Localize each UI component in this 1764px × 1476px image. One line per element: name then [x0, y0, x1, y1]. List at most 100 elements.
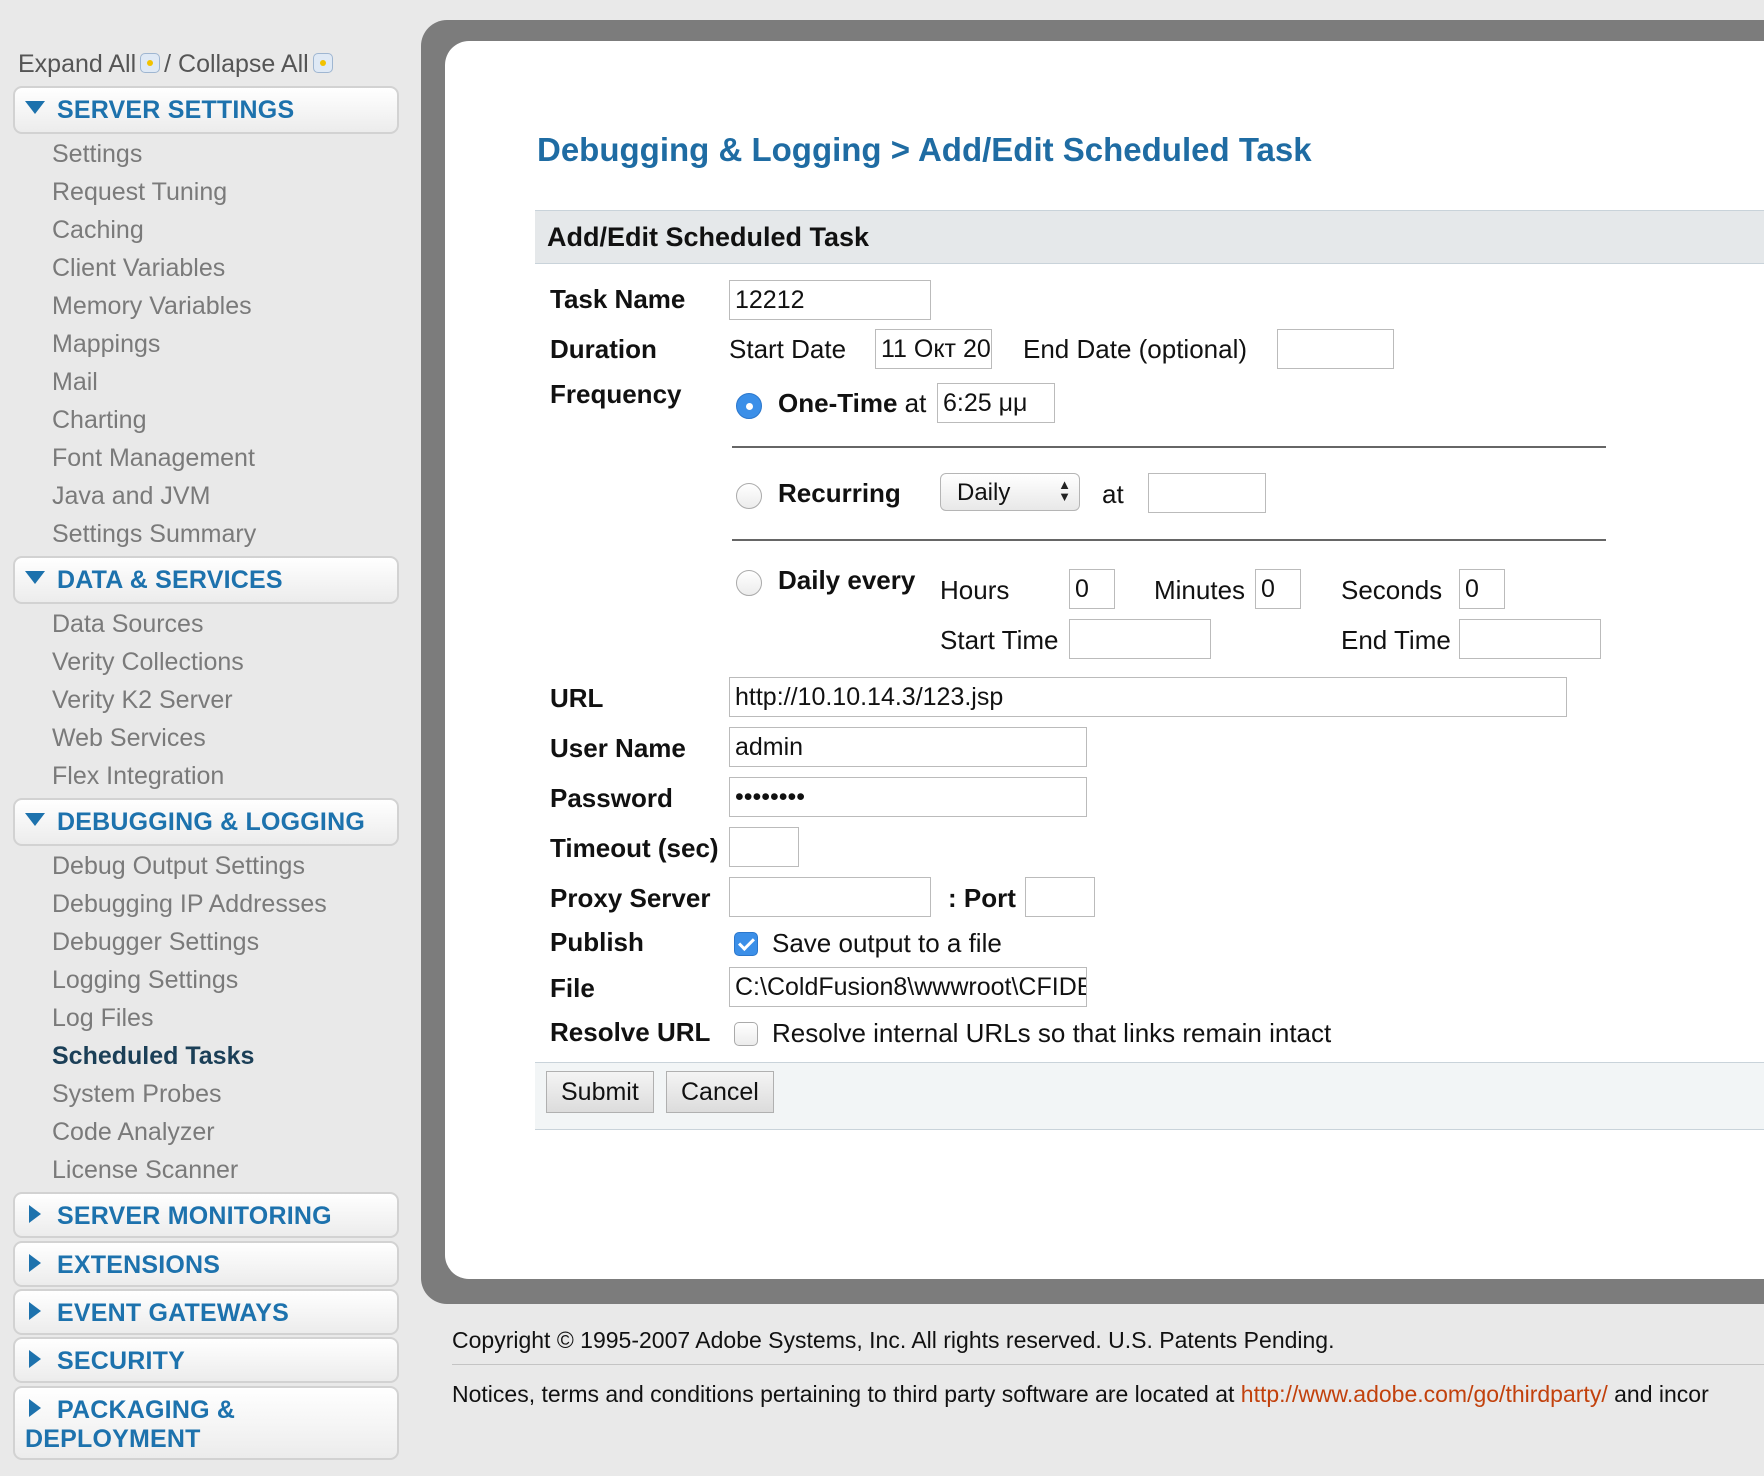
triangle-down-icon [25, 813, 45, 826]
proxy-server-input[interactable] [729, 877, 931, 917]
sidebar-item-code-analyzer[interactable]: Code Analyzer [52, 1118, 215, 1147]
footer-notice: Notices, terms and conditions pertaining… [452, 1381, 1709, 1408]
triangle-right-icon [29, 1205, 41, 1223]
save-output-checkbox[interactable] [734, 932, 758, 956]
sidebar-item-verity-collections[interactable]: Verity Collections [52, 648, 244, 677]
resolve-url-checkbox[interactable] [734, 1022, 758, 1046]
collapse-all-link[interactable]: Collapse All [178, 50, 309, 78]
sidebar-item-mail[interactable]: Mail [52, 368, 98, 397]
one-time-radio[interactable] [736, 393, 762, 419]
sidebar-item-debugging-ip-addresses[interactable]: Debugging IP Addresses [52, 890, 327, 919]
user-name-input[interactable]: admin [729, 727, 1087, 767]
cancel-button[interactable]: Cancel [666, 1071, 774, 1113]
daily-every-label: Daily every [778, 565, 916, 595]
sidebar-item-web-services[interactable]: Web Services [52, 724, 206, 753]
sidebar-item-logging-settings[interactable]: Logging Settings [52, 966, 238, 995]
submit-button[interactable]: Submit [546, 1071, 654, 1113]
one-time-at-label: at [904, 388, 927, 418]
recurring-label: Recurring [778, 478, 901, 508]
frequency-label: Frequency [550, 379, 682, 409]
end-time-label: End Time [1341, 625, 1451, 655]
hours-label: Hours [940, 575, 1010, 605]
one-time-row: One-Time at [778, 388, 926, 419]
end-date-input[interactable] [1277, 329, 1394, 369]
daily-every-radio[interactable] [736, 570, 762, 596]
sidebar-item-memory-variables[interactable]: Memory Variables [52, 292, 252, 321]
sidebar-item-font-management[interactable]: Font Management [52, 444, 255, 473]
section-title: SECURITY [57, 1347, 186, 1375]
sidebar-item-mappings[interactable]: Mappings [52, 330, 160, 359]
sidebar-item-settings[interactable]: Settings [52, 140, 142, 169]
start-date-input[interactable]: 11 Окт 20 [875, 329, 992, 369]
section-debugging-logging[interactable]: DEBUGGING & LOGGING [13, 798, 399, 846]
resolve-url-text: Resolve internal URLs so that links rema… [772, 1018, 1332, 1048]
sidebar-item-scheduled-tasks[interactable]: Scheduled Tasks [52, 1042, 254, 1071]
seconds-label: Seconds [1341, 575, 1443, 605]
minutes-label: Minutes [1154, 575, 1246, 605]
port-label: : Port [948, 883, 1016, 913]
port-input[interactable] [1025, 877, 1095, 917]
file-input[interactable]: C:\ColdFusion8\wwwroot\CFIDE [729, 967, 1087, 1007]
recurring-select[interactable]: Daily ▲ ▼ [940, 473, 1080, 511]
hours-input[interactable]: 0 [1069, 569, 1115, 609]
sidebar-item-log-files[interactable]: Log Files [52, 1004, 153, 1033]
minutes-input[interactable]: 0 [1255, 569, 1301, 609]
file-label: File [550, 973, 595, 1003]
sidebar-item-settings-summary[interactable]: Settings Summary [52, 520, 256, 549]
section-title: DEBUGGING & LOGGING [57, 808, 365, 836]
sidebar-item-data-sources[interactable]: Data Sources [52, 610, 203, 639]
section-data-services[interactable]: DATA & SERVICES [13, 556, 399, 604]
triangle-right-icon [29, 1399, 41, 1417]
timeout-input[interactable] [729, 827, 799, 867]
url-label: URL [550, 683, 604, 713]
end-date-label: End Date (optional) [1023, 334, 1248, 364]
task-name-label: Task Name [550, 284, 686, 314]
expand-collapse-row: Expand All / Collapse All [18, 50, 337, 79]
section-security[interactable]: SECURITY [13, 1337, 399, 1383]
notice-prefix: Notices, terms and conditions pertaining… [452, 1381, 1241, 1407]
sidebar-item-license-scanner[interactable]: License Scanner [52, 1156, 238, 1185]
url-input[interactable]: http://10.10.14.3/123.jsp [729, 677, 1567, 717]
seconds-input[interactable]: 0 [1459, 569, 1505, 609]
sidebar-item-client-variables[interactable]: Client Variables [52, 254, 225, 283]
section-server-settings[interactable]: SERVER SETTINGS [13, 86, 399, 134]
sidebar-item-system-probes[interactable]: System Probes [52, 1080, 222, 1109]
section-extensions[interactable]: EXTENSIONS [13, 1241, 399, 1287]
sidebar-item-verity-k2-server[interactable]: Verity K2 Server [52, 686, 233, 715]
sidebar-item-debug-output-settings[interactable]: Debug Output Settings [52, 852, 305, 881]
one-time-time-input[interactable]: 6:25 μμ [937, 383, 1055, 423]
start-time-input[interactable] [1069, 619, 1211, 659]
save-output-label: Save output to a file [772, 928, 1002, 958]
thirdparty-link[interactable]: http://www.adobe.com/go/thirdparty/ [1241, 1381, 1608, 1407]
recurring-radio[interactable] [736, 483, 762, 509]
collapse-icon[interactable] [312, 53, 333, 73]
section-title: DATA & SERVICES [57, 566, 283, 594]
proxy-server-label: Proxy Server [550, 883, 711, 913]
end-time-input[interactable] [1459, 619, 1601, 659]
task-name-input[interactable]: 12212 [729, 280, 931, 320]
resolve-url-label: Resolve URL [550, 1017, 711, 1047]
duration-label: Duration [550, 334, 657, 364]
page-title: Debugging & Logging > Add/Edit Scheduled… [537, 131, 1312, 168]
triangle-down-icon [25, 571, 45, 584]
section-packaging-deployment[interactable]: PACKAGING & DEPLOYMENT [13, 1386, 399, 1460]
sidebar-item-request-tuning[interactable]: Request Tuning [52, 178, 227, 207]
section-title-line1: PACKAGING & [57, 1396, 236, 1424]
sidebar-item-debugger-settings[interactable]: Debugger Settings [52, 928, 259, 957]
one-time-label: One-Time [778, 388, 898, 418]
section-title-line2: DEPLOYMENT [25, 1425, 201, 1453]
sidebar-item-java-and-jvm[interactable]: Java and JVM [52, 482, 210, 511]
expand-all-link[interactable]: Expand All [18, 50, 136, 78]
section-event-gateways[interactable]: EVENT GATEWAYS [13, 1289, 399, 1335]
section-server-monitoring[interactable]: SERVER MONITORING [13, 1192, 399, 1238]
recurring-time-input[interactable] [1148, 473, 1266, 513]
triangle-right-icon [29, 1350, 41, 1368]
sidebar-item-charting[interactable]: Charting [52, 406, 147, 435]
password-input[interactable]: •••••••• [729, 777, 1087, 817]
sidebar-item-flex-integration[interactable]: Flex Integration [52, 762, 224, 791]
expand-icon[interactable] [140, 53, 161, 73]
sidebar-item-caching[interactable]: Caching [52, 216, 144, 245]
notice-suffix: and incor [1607, 1381, 1709, 1407]
frequency-divider [732, 539, 1606, 541]
footer-divider [452, 1364, 1764, 1365]
